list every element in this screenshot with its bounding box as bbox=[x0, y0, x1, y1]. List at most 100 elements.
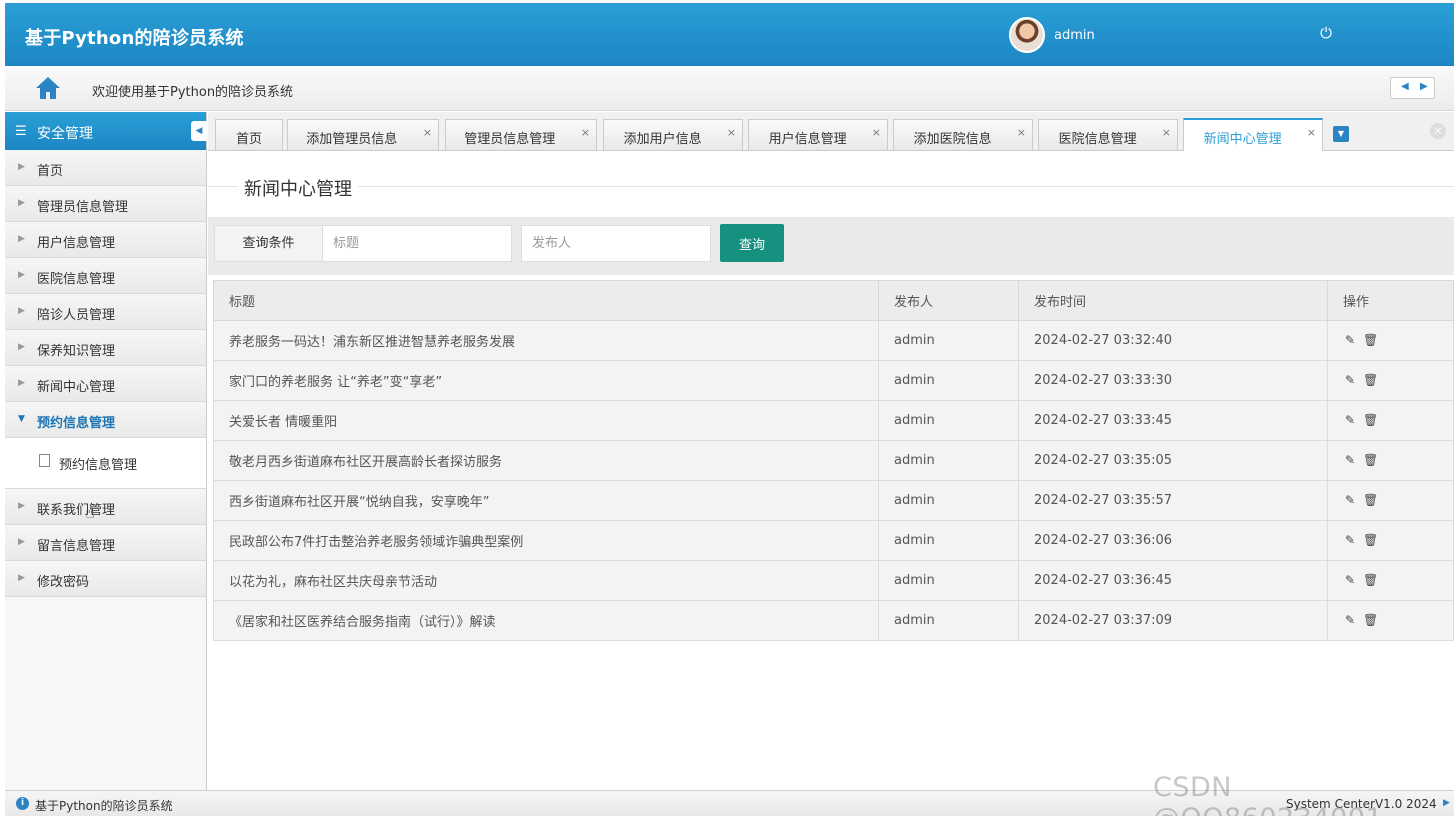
close-icon[interactable]: × bbox=[423, 126, 432, 139]
sidebar-item-admin[interactable]: ▶ 管理员信息管理 bbox=[5, 186, 206, 222]
cell-actions: ✎ 🗑 bbox=[1327, 360, 1454, 401]
table-row: 《居家和社区医养结合服务指南（试行）》解读 admin 2024-02-27 03:… bbox=[213, 600, 1454, 641]
close-icon[interactable]: × bbox=[581, 126, 590, 139]
trash-icon[interactable]: 🗑 bbox=[1363, 333, 1378, 347]
tab-hospital-manage[interactable]: 医院信息管理 × bbox=[1038, 119, 1178, 150]
trash-icon[interactable]: 🗑 bbox=[1363, 573, 1378, 587]
news-table: 标题 发布人 发布时间 操作 养老服务一码达！浦东新区推进智慧养老服务发展 adm… bbox=[213, 280, 1454, 641]
top-header: 基于Python的陪诊员系统 admin ⏻ bbox=[5, 3, 1454, 66]
search-button[interactable]: 查询 bbox=[720, 224, 784, 262]
sidebar-item-users[interactable]: ▶ 用户信息管理 bbox=[5, 222, 206, 258]
cell-title: 民政部公布7件打击整治养老服务领域诈骗典型案例 bbox=[213, 520, 879, 561]
edit-icon[interactable]: ✎ bbox=[1343, 333, 1357, 347]
cell-time: 2024-02-27 03:35:57 bbox=[1018, 480, 1328, 521]
edit-icon[interactable]: ✎ bbox=[1343, 573, 1357, 587]
cell-title: 《居家和社区医养结合服务指南（试行）》解读 bbox=[213, 600, 879, 641]
sidebar-item-label: 用户信息管理 bbox=[37, 236, 116, 251]
power-icon[interactable]: ⏻ bbox=[1316, 24, 1336, 44]
edit-icon[interactable]: ✎ bbox=[1343, 613, 1357, 627]
close-icon[interactable]: × bbox=[1162, 126, 1171, 139]
cell-title: 敬老月西乡街道麻布社区开展高龄长者探访服务 bbox=[213, 440, 879, 481]
trash-icon[interactable]: 🗑 bbox=[1363, 493, 1378, 507]
cell-time: 2024-02-27 03:36:45 bbox=[1018, 560, 1328, 601]
sidebar-item-escorts[interactable]: ▶ 陪诊人员管理 bbox=[5, 294, 206, 330]
sidebar-item-hospitals[interactable]: ▶ 医院信息管理 bbox=[5, 258, 206, 294]
sidebar-item-contact[interactable]: ▶ 联系我们管理 bbox=[5, 489, 206, 525]
edit-icon[interactable]: ✎ bbox=[1343, 533, 1357, 547]
cell-time: 2024-02-27 03:33:30 bbox=[1018, 360, 1328, 401]
user-avatar[interactable] bbox=[1009, 17, 1045, 53]
tab-add-user[interactable]: 添加用户信息 × bbox=[603, 119, 743, 150]
trash-icon[interactable]: 🗑 bbox=[1363, 453, 1378, 467]
trash-icon[interactable]: 🗑 bbox=[1363, 533, 1378, 547]
tab-news-manage[interactable]: 新闻中心管理 × bbox=[1183, 118, 1323, 151]
info-icon: i bbox=[16, 797, 29, 810]
user-name[interactable]: admin bbox=[1054, 28, 1095, 43]
page-title: 新闻中心管理 bbox=[238, 175, 358, 201]
close-all-tabs-icon[interactable]: × bbox=[1430, 123, 1446, 139]
close-icon[interactable]: × bbox=[727, 126, 736, 139]
cell-actions: ✎ 🗑 bbox=[1327, 520, 1454, 561]
scroll-right-icon[interactable]: ▶ bbox=[1420, 81, 1428, 92]
sidebar-item-news[interactable]: ▶ 新闻中心管理 bbox=[5, 366, 206, 402]
tab-bar: 首页 添加管理员信息 × 管理员信息管理 × 添加用户信息 × 用户信息管理 × 添加医… bbox=[208, 112, 1454, 151]
caret-right-icon: ▶ bbox=[18, 162, 25, 172]
collapse-sidebar-icon[interactable]: ◀ bbox=[191, 121, 207, 141]
scroll-left-icon[interactable]: ◀ bbox=[1401, 81, 1409, 92]
cell-title: 以花为礼，麻布社区共庆母亲节活动 bbox=[213, 560, 879, 601]
close-icon[interactable]: × bbox=[872, 126, 881, 139]
cell-publisher: admin bbox=[878, 600, 1019, 641]
trash-icon[interactable]: 🗑 bbox=[1363, 613, 1378, 627]
sidebar-item-label: 修改密码 bbox=[37, 575, 90, 590]
document-icon bbox=[39, 454, 50, 467]
sidebar-item-knowledge[interactable]: ▶ 保养知识管理 bbox=[5, 330, 206, 366]
sidebar-item-label: 首页 bbox=[37, 164, 64, 179]
footer-text: 基于Python的陪诊员系统 bbox=[35, 799, 173, 813]
search-bar: 查询条件 查询 bbox=[208, 217, 1454, 275]
sidebar-item-appointments[interactable]: ▼ 预约信息管理 bbox=[5, 402, 206, 438]
title-search-input[interactable] bbox=[322, 225, 512, 262]
cell-actions: ✎ 🗑 bbox=[1327, 440, 1454, 481]
cell-publisher: admin bbox=[878, 480, 1019, 521]
caret-right-icon: ▶ bbox=[18, 342, 25, 352]
cell-publisher: admin bbox=[878, 400, 1019, 441]
close-icon[interactable]: × bbox=[1017, 126, 1026, 139]
cell-actions: ✎ 🗑 bbox=[1327, 480, 1454, 521]
table-row: 西乡街道麻布社区开展“悦纳自我，安享晚年” admin 2024-02-27 03:… bbox=[213, 480, 1454, 521]
edit-icon[interactable]: ✎ bbox=[1343, 413, 1357, 427]
sidebar-subitem-label: 预约信息管理 bbox=[59, 458, 138, 473]
sidebar-item-messages[interactable]: ▶ 留言信息管理 bbox=[5, 525, 206, 561]
column-header-actions: 操作 bbox=[1327, 280, 1454, 321]
cell-publisher: admin bbox=[878, 560, 1019, 601]
cell-time: 2024-02-27 03:33:45 bbox=[1018, 400, 1328, 441]
welcome-bar: 欢迎使用基于Python的陪诊员系统 ◀ ▶ bbox=[5, 66, 1454, 111]
caret-down-icon: ▼ bbox=[18, 414, 25, 424]
sidebar-item-label: 留言信息管理 bbox=[37, 539, 116, 554]
tab-user-manage[interactable]: 用户信息管理 × bbox=[748, 119, 888, 150]
trash-icon[interactable]: 🗑 bbox=[1363, 373, 1378, 387]
sidebar-item-label: 联系我们管理 bbox=[37, 503, 116, 518]
tab-admin-manage[interactable]: 管理员信息管理 × bbox=[445, 119, 597, 150]
close-icon[interactable]: × bbox=[1307, 126, 1316, 139]
edit-icon[interactable]: ✎ bbox=[1343, 453, 1357, 467]
tab-add-hospital[interactable]: 添加医院信息 × bbox=[893, 119, 1033, 150]
tab-home[interactable]: 首页 bbox=[215, 119, 283, 150]
sidebar-item-home[interactable]: ▶ 首页 bbox=[5, 150, 206, 186]
tab-add-admin[interactable]: 添加管理员信息 × bbox=[287, 119, 439, 150]
sidebar-subitem-appointments[interactable]: 预约信息管理 bbox=[5, 438, 206, 489]
cell-time: 2024-02-27 03:37:09 bbox=[1018, 600, 1328, 641]
caret-right-icon: ▶ bbox=[18, 198, 25, 208]
tab-menu-dropdown-icon[interactable]: ▼ bbox=[1333, 126, 1349, 142]
watermark: CSDN @QQ860234001 bbox=[1153, 772, 1383, 816]
welcome-text: 欢迎使用基于Python的陪诊员系统 bbox=[92, 85, 294, 100]
trash-icon[interactable]: 🗑 bbox=[1363, 413, 1378, 427]
cell-actions: ✎ 🗑 bbox=[1327, 560, 1454, 601]
sidebar-item-label: 保养知识管理 bbox=[37, 344, 116, 359]
edit-icon[interactable]: ✎ bbox=[1343, 373, 1357, 387]
sidebar-item-password[interactable]: ▶ 修改密码 bbox=[5, 561, 206, 597]
cell-publisher: admin bbox=[878, 520, 1019, 561]
edit-icon[interactable]: ✎ bbox=[1343, 493, 1357, 507]
home-icon[interactable] bbox=[35, 76, 61, 100]
sidebar-item-label: 预约信息管理 bbox=[37, 416, 116, 431]
publisher-search-input[interactable] bbox=[521, 225, 711, 262]
